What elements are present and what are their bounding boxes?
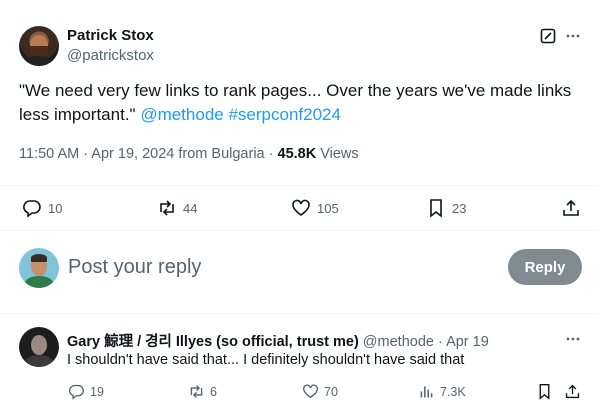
reply-button[interactable]: Reply: [508, 249, 582, 285]
hashtag-link[interactable]: #serpconf2024: [228, 105, 340, 124]
reply-views-count: 7.3K: [440, 384, 466, 399]
views-label[interactable]: Views: [316, 146, 358, 162]
share-icon: [563, 199, 579, 216]
author-handle[interactable]: @patrickstox: [67, 47, 154, 64]
separator: ·: [264, 146, 278, 162]
share-action[interactable]: [561, 198, 581, 218]
views-count[interactable]: 45.8K: [278, 146, 317, 162]
tweet-text: "We need very few links to rank pages...…: [19, 79, 589, 127]
reply-repost-count: 6: [210, 384, 217, 399]
reply-action[interactable]: 10: [22, 198, 62, 218]
tweet-source: from Bulgaria: [174, 146, 265, 162]
analytics-icon: [420, 386, 433, 398]
separator: ·: [433, 334, 447, 350]
divider: [0, 230, 599, 231]
reply-date[interactable]: Apr 19: [446, 334, 489, 350]
repost-count: 44: [183, 200, 198, 216]
reply-header: Gary 鯨理 / 경리 Illyes (so official, trust …: [67, 330, 489, 351]
heart-icon: [303, 384, 318, 399]
reply-views-action[interactable]: 7.3K: [418, 383, 466, 400]
repost-icon: [160, 200, 174, 216]
reply-author-name[interactable]: Gary 鯨理 / 경리 Illyes (so official, trust …: [67, 334, 359, 350]
current-user-avatar[interactable]: [19, 248, 59, 288]
reply-reply-action[interactable]: 19: [68, 383, 104, 400]
repost-action[interactable]: 44: [157, 198, 197, 218]
divider: [0, 185, 599, 186]
tweet-time[interactable]: 11:50 AM: [19, 146, 79, 162]
divider: [0, 313, 599, 314]
reply-reply-count: 19: [90, 384, 104, 399]
mention-link[interactable]: @methode: [140, 105, 223, 124]
reply-input[interactable]: Post your reply: [68, 256, 201, 279]
author-avatar[interactable]: [19, 26, 59, 66]
separator: ·: [79, 146, 92, 162]
reply-like-action[interactable]: 70: [302, 383, 338, 400]
author-name[interactable]: Patrick Stox: [67, 27, 154, 44]
heart-icon: [292, 199, 310, 216]
reply-repost-action[interactable]: 6: [188, 383, 217, 400]
reply-icon: [68, 384, 84, 400]
like-action[interactable]: 105: [291, 198, 339, 218]
reply-author-avatar[interactable]: [19, 327, 59, 367]
grok-icon[interactable]: [540, 28, 556, 44]
repost-icon: [190, 385, 203, 398]
reply-like-count: 70: [324, 384, 338, 399]
like-count: 105: [317, 200, 339, 216]
bookmark-count: 23: [452, 200, 467, 216]
bookmark-icon: [430, 199, 442, 218]
tweet-meta: 11:50 AM · Apr 19, 2024 from Bulgaria · …: [19, 146, 359, 162]
more-icon[interactable]: [565, 28, 581, 44]
reply-bookmark-action[interactable]: [536, 383, 553, 400]
bookmark-action[interactable]: 23: [426, 198, 466, 218]
reply-author-handle[interactable]: @methode: [359, 334, 434, 350]
tweet-date[interactable]: Apr 19, 2024: [91, 146, 174, 162]
reply-text: I shouldn't have said that... I definite…: [67, 352, 465, 368]
reply-icon: [23, 200, 41, 218]
reply-count: 10: [48, 200, 63, 216]
more-icon[interactable]: [565, 331, 581, 351]
bookmark-icon: [539, 384, 550, 400]
share-icon: [565, 384, 580, 399]
reply-share-action[interactable]: [564, 383, 581, 400]
